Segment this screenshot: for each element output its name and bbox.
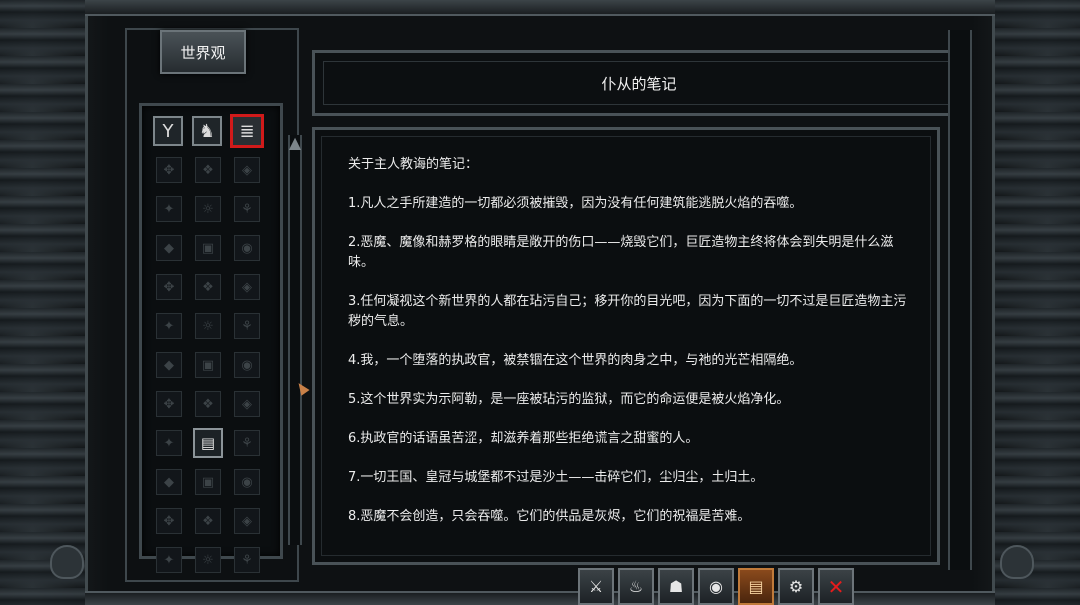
codex-entry[interactable]: ◈ (234, 508, 260, 534)
codex-entry[interactable]: ⚘ (234, 547, 260, 573)
codex-entry[interactable]: ◈ (234, 157, 260, 183)
codex-entry[interactable]: ✥ (156, 274, 182, 300)
codex-entry[interactable]: ✥ (156, 157, 182, 183)
codex-entry[interactable]: ⚘ (234, 430, 260, 456)
note-entry: 2.恶魔、魔像和赫罗格的眼睛是敞开的伤口——烧毁它们，巨匠造物主终将体会到失明是… (348, 235, 894, 270)
content-scrollbar[interactable] (948, 30, 972, 570)
top-frame-bar (85, 0, 995, 16)
codex-entry[interactable]: ☼ (195, 547, 221, 573)
codex-entry[interactable]: ◉ (234, 235, 260, 261)
left-ornament (0, 0, 88, 605)
note-entry: 3.任何凝视这个新世界的人都在玷污自己；移开你的目光吧，因为下面的一切不过是巨匠… (348, 294, 907, 329)
codex-entry[interactable]: ☼ (195, 313, 221, 339)
codex-entry[interactable]: ▣ (195, 469, 221, 495)
note-entry: 5.这个世界实为示阿勒，是一座被玷污的监狱，而它的命运便是被火焰净化。 (348, 392, 790, 407)
close-icon[interactable]: ✕ (818, 568, 854, 605)
note-title: 仆从的笔记 (323, 61, 955, 105)
panel-tab-title[interactable]: 世界观 (160, 30, 246, 74)
codex-entry[interactable]: ▣ (195, 352, 221, 378)
right-ornament (992, 0, 1080, 605)
eye-icon[interactable]: ◉ (698, 568, 734, 605)
skull-ornament-right (1000, 545, 1034, 579)
codex-entry[interactable]: ✦ (156, 430, 182, 456)
codex-entry-selected[interactable]: ▤ (193, 428, 223, 458)
codex-entry[interactable]: ◆ (156, 469, 182, 495)
codex-entry[interactable]: ❖ (195, 274, 221, 300)
codex-entry[interactable]: ◈ (234, 391, 260, 417)
codex-entry[interactable]: ✦ (156, 313, 182, 339)
codex-entry[interactable]: ❖ (195, 157, 221, 183)
codex-entry[interactable]: ✥ (156, 391, 182, 417)
scroll-icon[interactable]: ≣ (230, 114, 264, 148)
note-entry: 7.一切王国、皇冠与城堡都不过是沙土——击碎它们，尘归尘，土归土。 (348, 470, 764, 485)
scroll-up-icon[interactable]: ▲ (286, 134, 304, 152)
codex-entry[interactable]: ⚘ (234, 313, 260, 339)
sword-icon[interactable]: ⚔ (578, 568, 614, 605)
note-entry: 4.我，一个堕落的执政官，被禁锢在这个世界的肉身之中，与祂的光芒相隔绝。 (348, 353, 803, 368)
note-entry: 6.执政官的话语虽苦涩，却滋养着那些拒绝谎言之甜蜜的人。 (348, 431, 699, 446)
codex-entry[interactable]: ❖ (195, 391, 221, 417)
note-title-box: 仆从的笔记 (312, 50, 966, 116)
note-heading: 关于主人教诲的笔记： (348, 157, 479, 172)
codex-entry[interactable]: ◆ (156, 235, 182, 261)
demon-icon[interactable]: ☗ (658, 568, 694, 605)
note-body: 关于主人教诲的笔记： 1.凡人之手所建造的一切都必须被摧毁，因为没有任何建筑能逃… (348, 155, 908, 546)
codex-entry[interactable]: ☼ (195, 196, 221, 222)
codex-entry[interactable]: ✥ (156, 508, 182, 534)
bottom-frame-bar (85, 591, 995, 605)
codex-entry[interactable]: ⚘ (234, 196, 260, 222)
codex-entry[interactable]: ◉ (234, 352, 260, 378)
note-entry: 8.恶魔不会创造，只会吞噬。它们的供品是灰烬，它们的祝福是苦难。 (348, 509, 751, 524)
note-entry: 1.凡人之手所建造的一切都必须被摧毁，因为没有任何建筑能逃脱火焰的吞噬。 (348, 196, 803, 211)
codex-entry[interactable]: ◈ (234, 274, 260, 300)
codex-entry[interactable]: ◆ (156, 352, 182, 378)
list-scrollbar[interactable] (288, 135, 302, 545)
skull-ornament-left (50, 545, 84, 579)
gear-icon[interactable]: ⚙ (778, 568, 814, 605)
codex-entry[interactable]: ◉ (234, 469, 260, 495)
codex-entry[interactable]: ✦ (156, 547, 182, 573)
codex-entry[interactable]: ❖ (195, 508, 221, 534)
knight-icon[interactable]: ♞ (192, 116, 222, 146)
fork-icon[interactable]: Y (153, 116, 183, 146)
journal-icon[interactable]: ▤ (738, 568, 774, 605)
codex-entry[interactable]: ✦ (156, 196, 182, 222)
codex-entry[interactable]: ▣ (195, 235, 221, 261)
flame-icon[interactable]: ♨ (618, 568, 654, 605)
bottom-menu-bar: ⚔ ♨ ☗ ◉ ▤ ⚙ ✕ (578, 568, 854, 605)
